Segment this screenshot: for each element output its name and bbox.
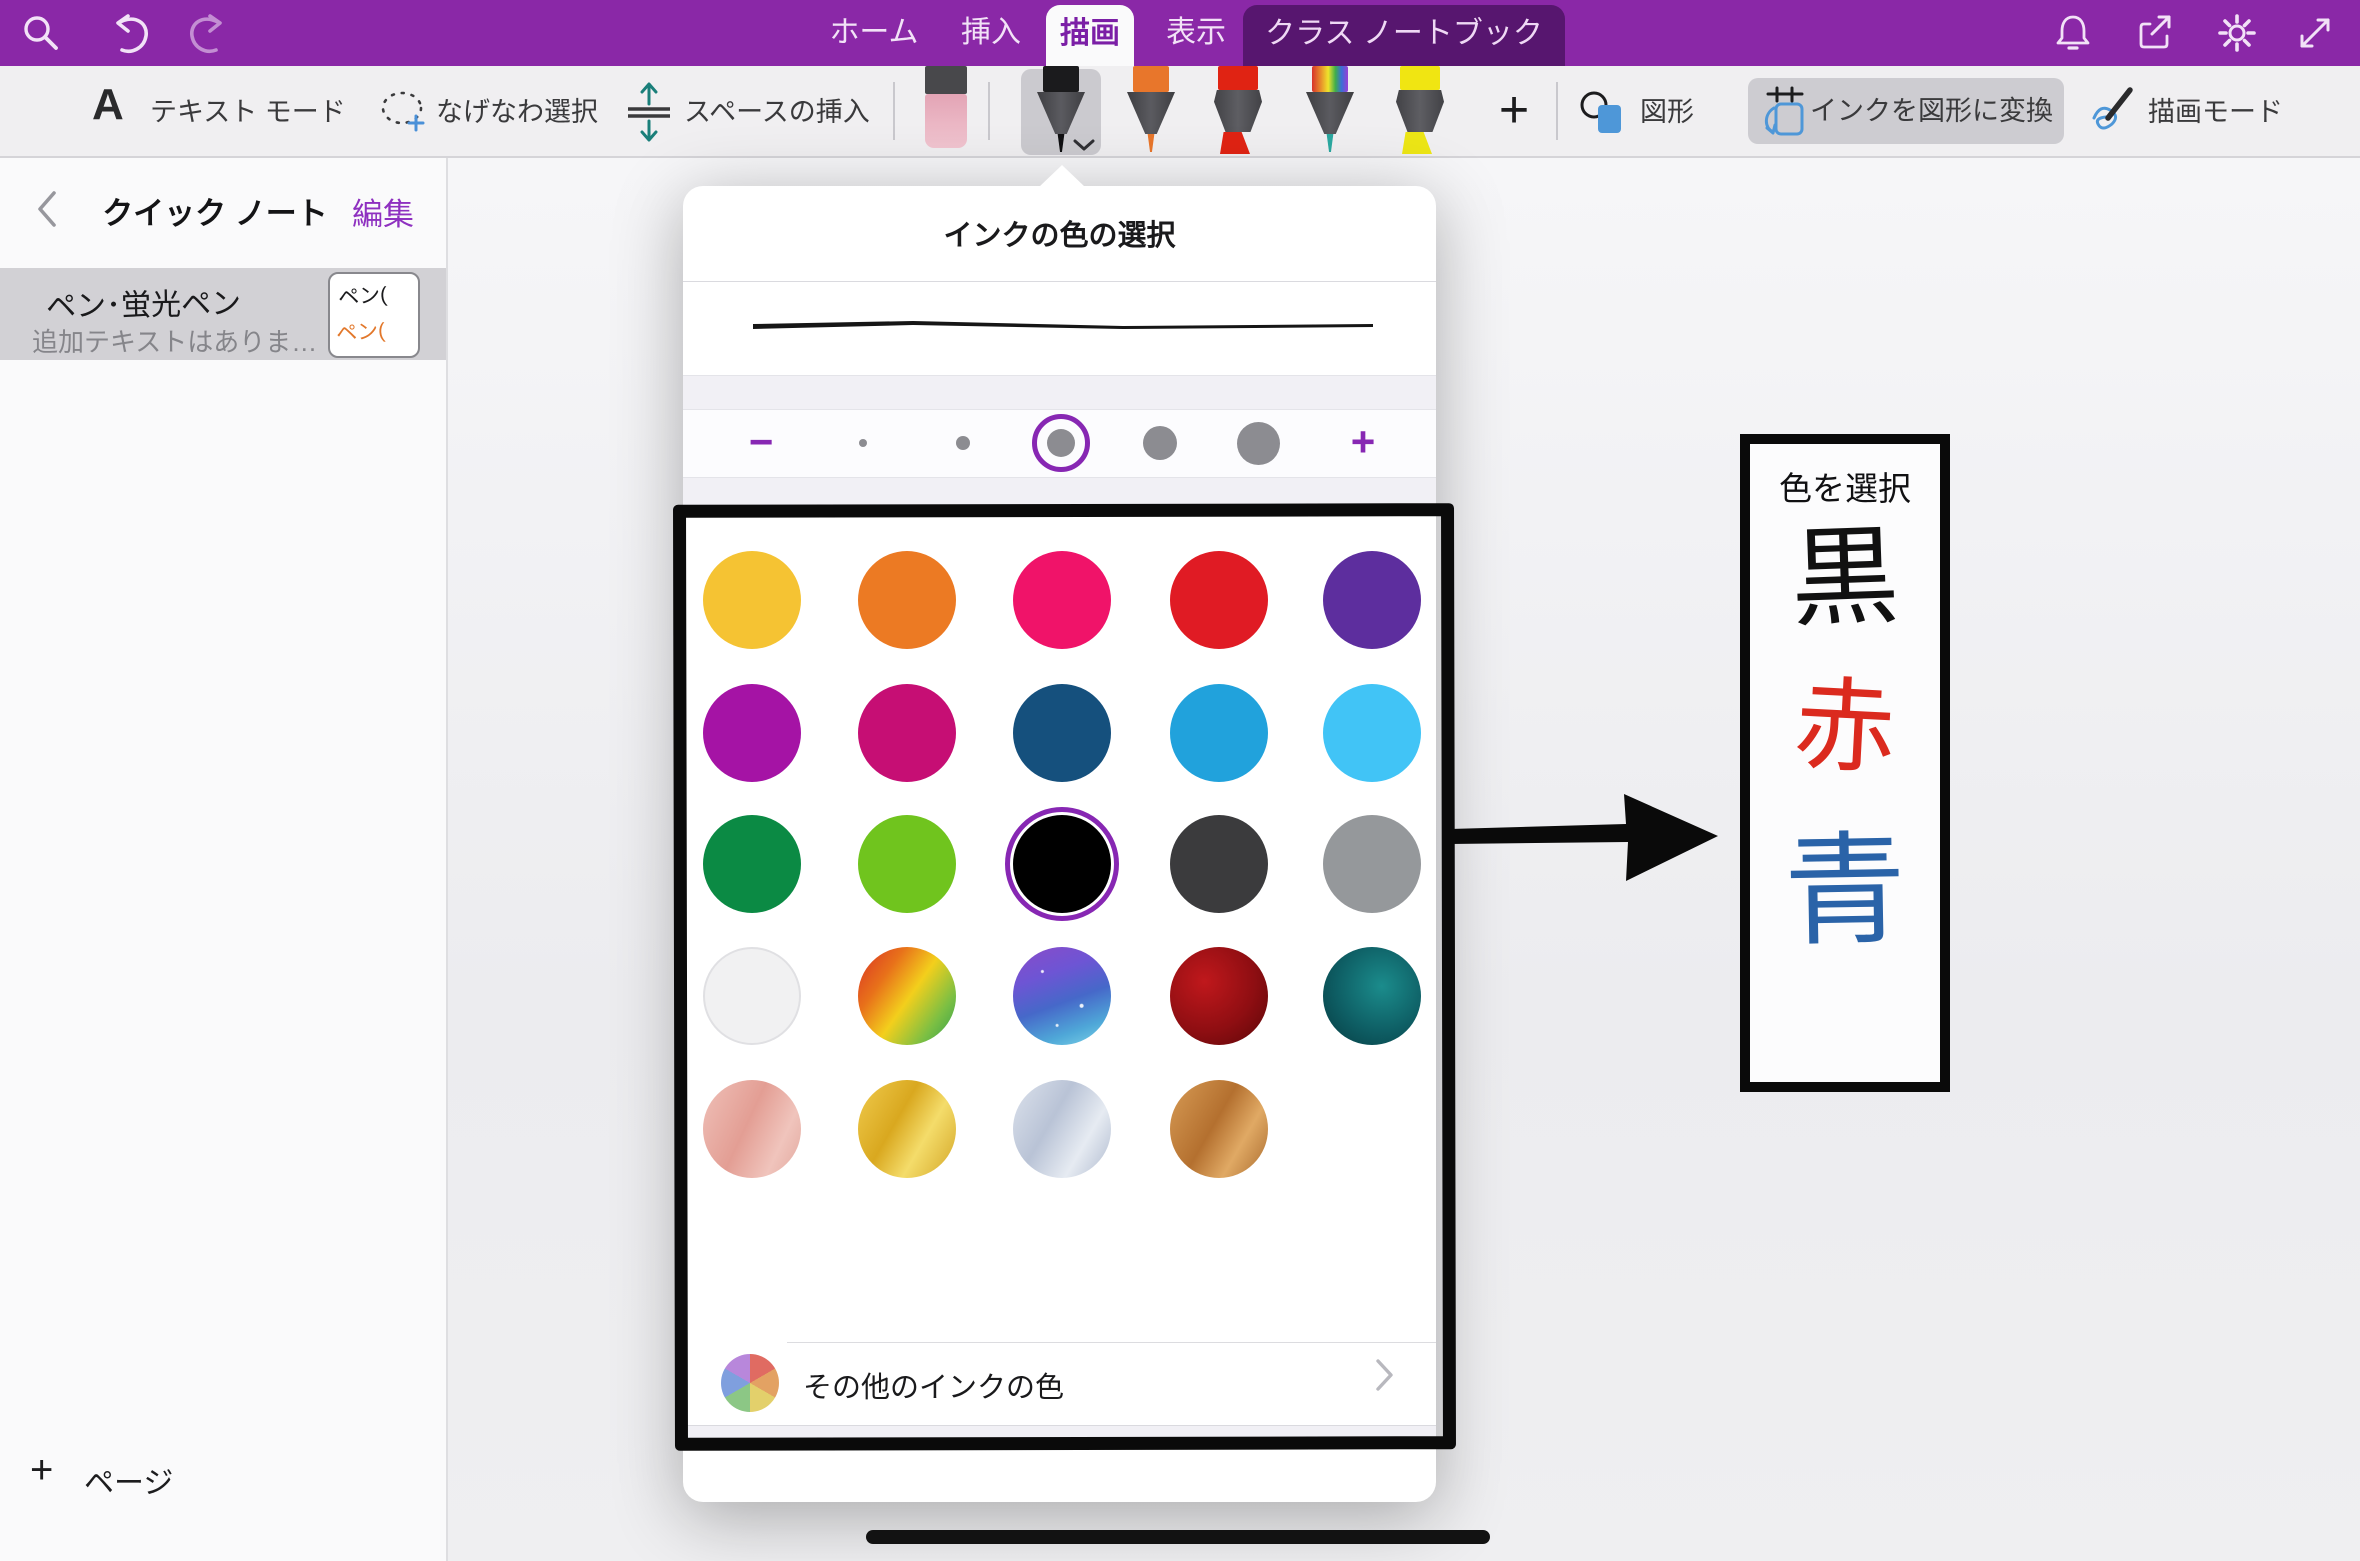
insert-space-label: スペースの挿入 (684, 66, 870, 158)
toolbar-divider (893, 82, 895, 140)
color-note-title: 色を選択 (1750, 462, 1940, 510)
black-pen-selected[interactable] (1037, 66, 1085, 154)
popover-callout-arrow (1039, 165, 1085, 187)
popover-title: インクの色の選択 (683, 212, 1436, 254)
add-pen-button[interactable]: + (1486, 66, 1542, 158)
hand-drawn-arrow-ink (1450, 778, 1726, 898)
thickness-decrease-button[interactable]: − (739, 410, 783, 477)
thickness-option-5[interactable] (1237, 422, 1280, 465)
rainbow-pen[interactable] (1306, 66, 1354, 154)
handwritten-color-3: 青 (1749, 828, 1941, 953)
orange-pen[interactable] (1127, 66, 1175, 154)
ink-to-shape-icon (1762, 86, 1808, 138)
ink-to-shape-button[interactable]: インクを図形に変換 (1748, 78, 2064, 144)
eraser[interactable] (922, 66, 970, 154)
toolbar-divider (988, 82, 990, 140)
draw-ribbon-toolbar: A テキスト モード なげなわ選択 スペースの挿入 (0, 66, 2360, 158)
hand-drawn-frame-ink (673, 503, 1456, 1451)
back-chevron-icon[interactable] (36, 190, 58, 228)
insert-space-icon (624, 82, 674, 142)
text-mode-label: テキスト モード (150, 66, 346, 158)
undo-icon[interactable] (106, 12, 148, 54)
thumbnail-ink-text: ペン( (337, 278, 388, 311)
notifications-bell-icon[interactable] (2052, 12, 2094, 54)
top-app-bar: ホーム挿入描画表示クラス ノートブック (0, 0, 2360, 66)
thickness-option-3-selected[interactable] (1047, 429, 1075, 457)
page-item-title: ペン･蛍光ペン (46, 278, 242, 325)
thickness-increase-button[interactable]: + (1341, 410, 1385, 477)
ribbon-tab-挿入[interactable]: 挿入 (943, 0, 1039, 66)
home-indicator (866, 1530, 1490, 1544)
ribbon-tab-クラス ノートブック[interactable]: クラス ノートブック (1243, 5, 1565, 66)
thickness-option-1[interactable] (859, 439, 867, 447)
plus-icon: + (30, 1448, 53, 1493)
thickness-option-4[interactable] (1143, 426, 1177, 460)
page-list-item-selected[interactable]: ペン･蛍光ペン 追加テキストはありま… ペン( ペン( (0, 268, 446, 360)
thickness-option-2[interactable] (956, 436, 970, 450)
red-highlighter[interactable] (1214, 66, 1262, 154)
ribbon-tab-表示[interactable]: 表示 (1156, 0, 1236, 66)
add-page-button[interactable]: + ページ (30, 1448, 330, 1508)
handwritten-color-1: 黒 (1748, 521, 1942, 636)
page-item-snippet: 追加テキストはありま… (32, 322, 317, 359)
stroke-thickness-preview (753, 318, 1373, 336)
lasso-select-label: なげなわ選択 (436, 66, 598, 158)
notebook-section-title: クイック ノート (95, 188, 335, 233)
add-page-label: ページ (84, 1458, 173, 1502)
settings-gear-icon[interactable] (2216, 12, 2258, 54)
handwritten-color-2: 赤 (1747, 671, 1942, 783)
hand-drawn-color-note: 色を選択 黒赤青 (1740, 434, 1950, 1092)
divider (683, 281, 1436, 282)
search-icon[interactable] (20, 12, 62, 54)
redo-icon[interactable] (186, 12, 228, 54)
shapes-icon (1578, 88, 1628, 138)
onenote-app: ホーム挿入描画表示クラス ノートブック A テキスト (0, 0, 2360, 1561)
toolbar-divider (1556, 82, 1558, 140)
ink-to-shape-label: インクを図形に変換 (1810, 78, 2053, 144)
thumbnail-ink-text: ペン( (335, 314, 386, 347)
text-mode-a-icon: A (92, 80, 124, 130)
shapes-label: 図形 (1640, 66, 1694, 158)
draw-mode-icon (2086, 84, 2136, 140)
lasso-icon (378, 86, 430, 140)
fullscreen-expand-icon[interactable] (2294, 12, 2336, 54)
ribbon-tab-ホーム[interactable]: ホーム (816, 0, 932, 66)
yellow-highlighter[interactable] (1396, 66, 1444, 154)
ribbon-tab-描画[interactable]: 描画 (1046, 5, 1134, 66)
section-spacer (683, 375, 1436, 410)
page-item-thumbnail: ペン( ペン( (328, 272, 420, 358)
edit-button[interactable]: 編集 (352, 189, 414, 234)
thickness-selector-row: −+ (683, 410, 1436, 477)
page-list-sidebar: クイック ノート 編集 ペン･蛍光ペン 追加テキストはありま… ペン( ペン( … (0, 158, 448, 1561)
share-icon[interactable] (2134, 12, 2176, 54)
draw-mode-label: 描画モード (2148, 66, 2283, 158)
